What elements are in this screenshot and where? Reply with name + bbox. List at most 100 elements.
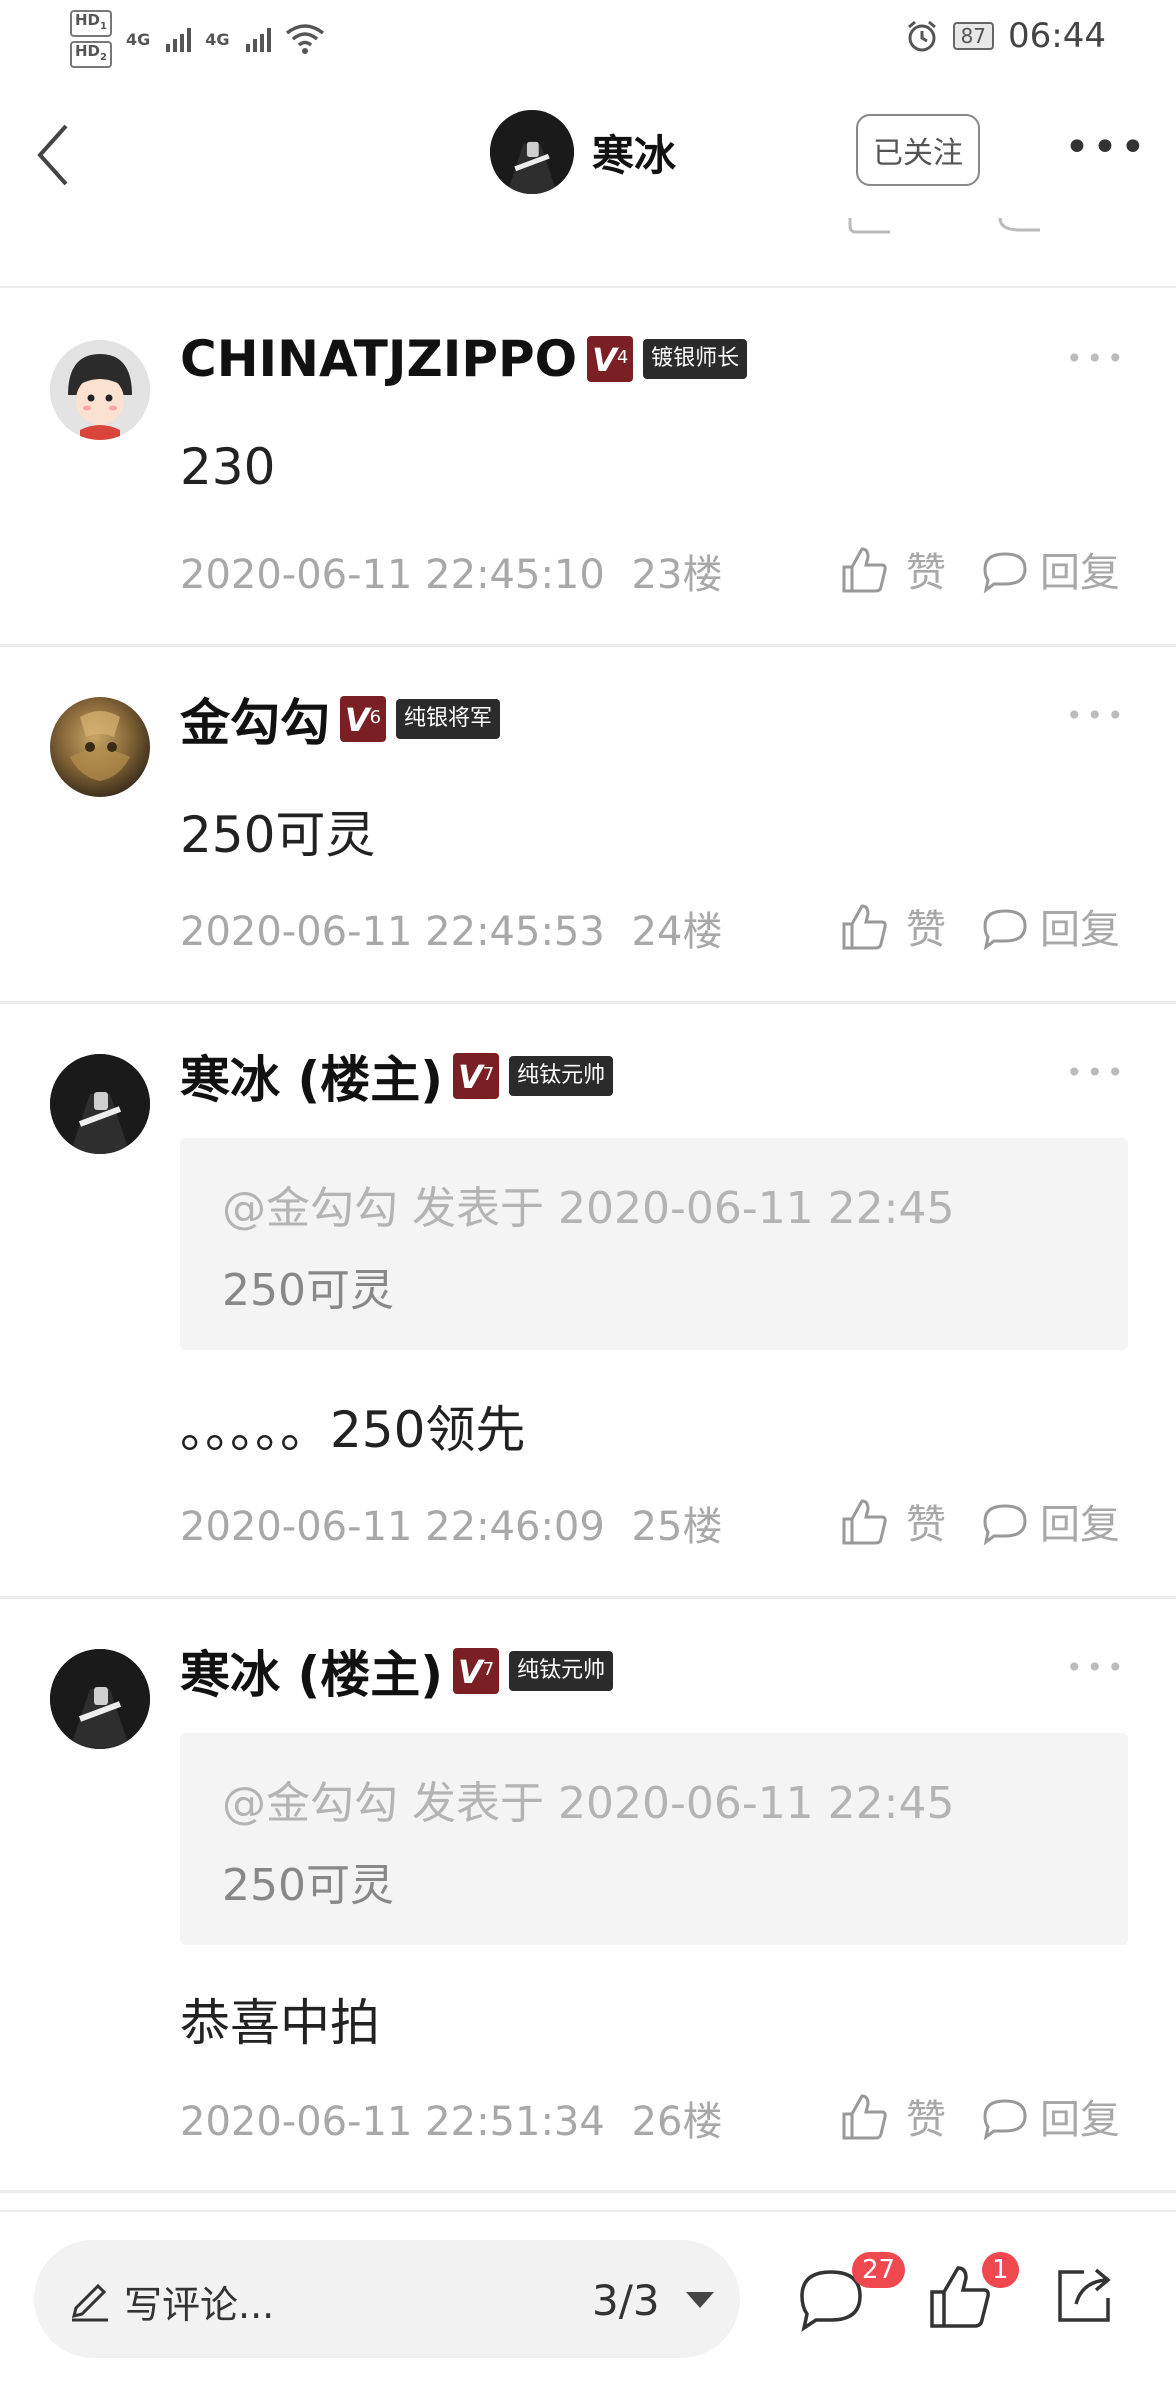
follow-button[interactable]: 已关注 — [856, 114, 980, 186]
post-more-icon[interactable]: ••• — [1066, 1651, 1128, 1684]
share-icon[interactable] — [1054, 2264, 1116, 2326]
username[interactable]: 寒冰 (楼主) — [180, 1040, 443, 1112]
reply-icon — [983, 2099, 1027, 2141]
reply-icon — [983, 552, 1027, 594]
like-label: 赞 — [906, 2097, 946, 2143]
level-number: 7 — [482, 1659, 495, 1680]
floor-number: 26楼 — [631, 2099, 723, 2145]
comment-placeholder: 写评论... — [124, 2283, 275, 2327]
post-floor-23: CHINATJZIPPO V4 镀银师长 ••• 230 2020-06-11 … — [0, 290, 1176, 646]
level-number: 7 — [482, 1064, 495, 1085]
reply-button[interactable]: 回复 — [980, 897, 1120, 955]
post-meta: 2020-06-11 22:45:53 24楼 — [180, 899, 722, 957]
like-icon — [842, 2094, 887, 2140]
divider — [0, 2190, 1176, 2193]
comment-input[interactable]: 写评论... 3/3 — [34, 2240, 740, 2358]
avatar-image — [70, 711, 130, 781]
username[interactable]: CHINATJZIPPO — [180, 330, 577, 388]
nav-bar: 寒冰 已关注 ••• — [0, 70, 1176, 234]
like-button[interactable]: 赞 — [838, 897, 946, 955]
post-more-icon[interactable]: ••• — [1066, 1056, 1128, 1089]
like-label: 赞 — [906, 907, 946, 953]
level-number: 4 — [616, 347, 629, 368]
clock: 06:44 — [1008, 16, 1106, 56]
like-label: 赞 — [906, 1502, 946, 1548]
floor-number: 25楼 — [631, 1504, 723, 1550]
rank-badge: 纯钛元帅 — [509, 1056, 614, 1096]
user-avatar[interactable] — [50, 1054, 150, 1154]
username[interactable]: 寒冰 (楼主) — [180, 1635, 443, 1707]
post-content: 250可灵 — [180, 806, 376, 864]
quoted-post[interactable]: @金勾勾 发表于 2020-06-11 22:45 250可灵 — [180, 1138, 1128, 1350]
hd-2-sub: 2 — [100, 52, 107, 63]
post-more-icon[interactable]: ••• — [1066, 699, 1128, 732]
post-floor-26: 寒冰 (楼主) V7 纯钛元帅 ••• @金勾勾 发表于 2020-06-11 … — [0, 1599, 1176, 2189]
like-button[interactable]: 赞 — [838, 540, 946, 598]
user-info: CHINATJZIPPO V4 镀银师长 — [180, 330, 748, 388]
user-avatar[interactable] — [50, 1649, 150, 1749]
reply-icon — [983, 909, 1027, 951]
wifi-icon — [285, 24, 324, 54]
floor-number: 23楼 — [631, 552, 723, 598]
floor-number: 24楼 — [631, 909, 723, 955]
user-info: 寒冰 (楼主) V7 纯钛元帅 — [180, 1040, 614, 1112]
post-content: 恭喜中拍 — [180, 1994, 380, 2052]
like-count-badge: 1 — [982, 2252, 1019, 2288]
nav-title: 寒冰 — [592, 130, 677, 180]
hd-1-indicator: HD1 — [70, 10, 112, 37]
reply-label: 回复 — [1040, 1502, 1120, 1548]
status-left: HD1 HD2 4G 4G — [70, 10, 325, 68]
page-indicator[interactable]: 3/3 — [592, 2276, 660, 2325]
app-screen: HD1 HD2 4G 4G 87 06:44 寒冰 已关注 ••• CHINAT… — [0, 0, 1176, 2400]
rank-badge: 纯银将军 — [396, 699, 501, 739]
like-button[interactable]: 赞 — [838, 2087, 946, 2145]
hd-2-label: HD — [75, 42, 101, 60]
user-info: 寒冰 (楼主) V7 纯钛元帅 — [180, 1635, 614, 1707]
user-info: 金勾勾 V6 纯银将军 — [180, 683, 501, 755]
like-button[interactable]: 赞 — [838, 1492, 946, 1550]
like-label: 赞 — [906, 550, 946, 596]
nav-author[interactable]: 寒冰 — [490, 110, 676, 194]
post-meta: 2020-06-11 22:46:09 25楼 — [180, 1494, 722, 1552]
level-badge: V7 — [453, 1648, 500, 1694]
post-meta: 2020-06-11 22:51:34 26楼 — [180, 2089, 722, 2147]
quoted-post[interactable]: @金勾勾 发表于 2020-06-11 22:45 250可灵 — [180, 1733, 1128, 1945]
more-icon[interactable]: ••• — [1064, 126, 1148, 170]
avatar-image — [490, 110, 574, 194]
quote-header: @金勾勾 发表于 2020-06-11 22:45 — [222, 1183, 955, 1234]
alarm-icon — [907, 20, 936, 52]
rank-badge: 纯钛元帅 — [509, 1651, 614, 1691]
like-icon — [842, 547, 887, 593]
user-avatar[interactable] — [50, 697, 150, 797]
post-timestamp: 2020-06-11 22:45:10 — [180, 552, 605, 598]
quote-body: 250可灵 — [222, 1265, 394, 1316]
post-content: 。。。。。250领先 — [180, 1401, 526, 1459]
hd-2-indicator: HD2 — [70, 41, 112, 68]
quote-body: 250可灵 — [222, 1860, 394, 1911]
reply-label: 回复 — [1040, 550, 1120, 596]
bottom-action-bar: 写评论... 3/3 27 1 — [0, 2210, 1176, 2400]
post-more-icon[interactable]: ••• — [1066, 342, 1128, 375]
level-number: 6 — [369, 707, 382, 728]
signal-icon — [166, 26, 192, 52]
reply-label: 回复 — [1040, 2097, 1120, 2143]
divider — [0, 286, 1176, 288]
rank-badge: 镀银师长 — [643, 339, 748, 379]
post-timestamp: 2020-06-11 22:46:09 — [180, 1504, 605, 1550]
author-avatar[interactable] — [490, 110, 574, 194]
battery-indicator: 87 — [952, 22, 995, 50]
previous-post-actions-peek — [848, 218, 1040, 234]
status-right: 87 06:44 — [905, 16, 1106, 56]
hd-indicators: HD1 HD2 — [70, 10, 112, 68]
reply-button[interactable]: 回复 — [980, 540, 1120, 598]
reply-button[interactable]: 回复 — [980, 2087, 1120, 2145]
user-avatar[interactable] — [50, 340, 150, 440]
post-floor-25: 寒冰 (楼主) V7 纯钛元帅 ••• @金勾勾 发表于 2020-06-11 … — [0, 1004, 1176, 1594]
network-1-label: 4G — [125, 29, 151, 49]
back-arrow-icon[interactable] — [30, 120, 80, 190]
dropdown-caret-icon[interactable] — [686, 2292, 714, 2308]
avatar-image — [50, 1649, 150, 1749]
reply-button[interactable]: 回复 — [980, 1492, 1120, 1550]
username[interactable]: 金勾勾 — [180, 683, 330, 755]
avatar-image — [50, 340, 150, 440]
